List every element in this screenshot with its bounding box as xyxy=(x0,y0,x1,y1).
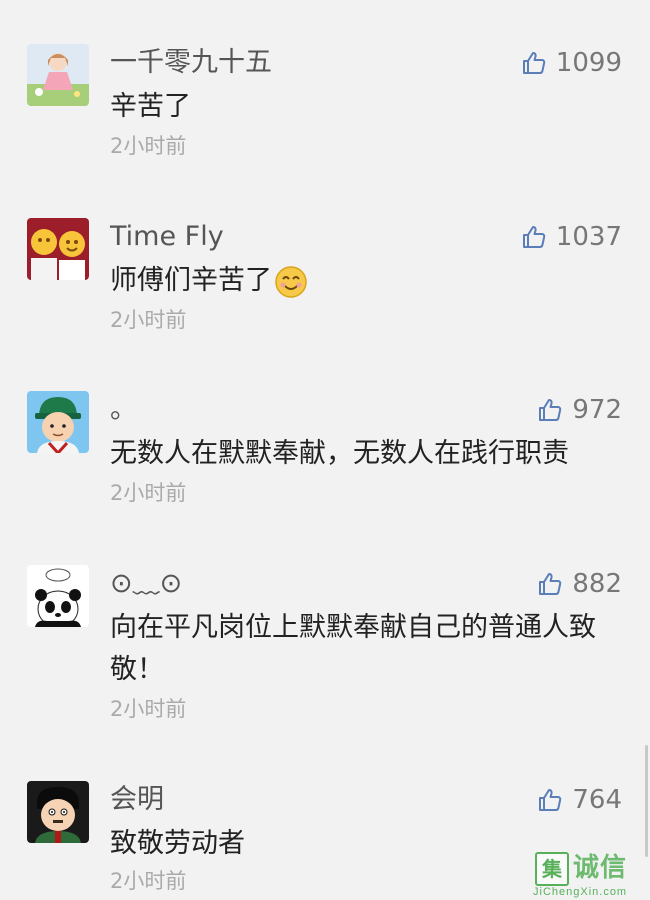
thumbs-up-icon xyxy=(539,399,562,421)
comment-author[interactable]: 。 xyxy=(110,393,137,427)
like-button[interactable]: 764 xyxy=(538,783,622,817)
avatar[interactable] xyxy=(27,781,89,843)
thumbs-up-icon xyxy=(539,573,562,595)
comment-text: 师傅们辛苦了 xyxy=(110,260,610,302)
watermark-box: 集 xyxy=(535,852,569,886)
like-button[interactable]: 972 xyxy=(538,393,622,427)
like-count: 882 xyxy=(572,569,622,599)
thumbs-up-icon xyxy=(522,52,546,74)
watermark-url: JiChengXin.com xyxy=(533,886,628,898)
scrollbar[interactable] xyxy=(645,745,648,857)
comment-time: 2小时前 xyxy=(110,481,187,505)
thumbs-up-icon xyxy=(522,226,546,248)
avatar[interactable] xyxy=(27,218,89,280)
comment-time: 2小时前 xyxy=(110,134,187,158)
avatar[interactable] xyxy=(27,565,89,627)
comment-text-body: 师傅们辛苦了 xyxy=(110,265,272,296)
comment-text: 向在平凡岗位上默默奉献自己的普通人致敬！ xyxy=(110,612,596,685)
like-button[interactable]: 882 xyxy=(538,567,622,601)
smile-emoji-icon xyxy=(274,265,308,299)
comment-time: 2小时前 xyxy=(110,308,187,332)
comment-author[interactable]: 会明 xyxy=(110,783,164,817)
like-count: 764 xyxy=(572,785,622,815)
comment-text: 无数人在默默奉献，无数人在践行职责 xyxy=(110,438,569,469)
comment-text: 辛苦了 xyxy=(110,91,191,122)
watermark-brand: 诚信 xyxy=(573,853,628,883)
comment-author[interactable]: Time Fly xyxy=(110,220,224,254)
comment-time: 2小时前 xyxy=(110,697,187,721)
comment-author[interactable]: ⊙﹏⊙ xyxy=(110,567,182,601)
watermark-logo: 集 诚信 JiChengXin.com xyxy=(533,852,650,900)
like-count: 1099 xyxy=(555,48,622,78)
like-count: 972 xyxy=(572,395,622,425)
like-count: 1037 xyxy=(555,222,622,252)
like-button[interactable]: 1099 xyxy=(522,46,622,80)
avatar[interactable] xyxy=(27,391,89,453)
comment-time: 2小时前 xyxy=(110,869,187,893)
comment-author[interactable]: 一千零九十五 xyxy=(110,46,272,80)
thumbs-up-icon xyxy=(539,789,562,811)
like-button[interactable]: 1037 xyxy=(522,220,622,254)
avatar[interactable] xyxy=(27,44,89,106)
